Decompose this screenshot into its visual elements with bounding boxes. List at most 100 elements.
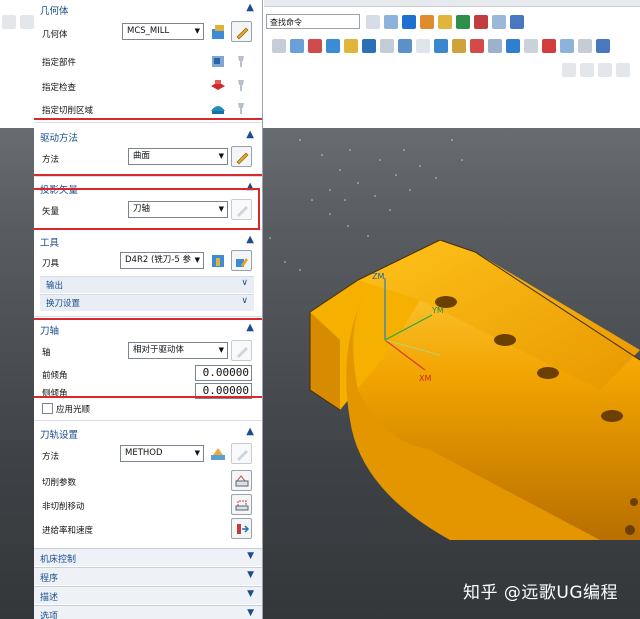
cube-icon[interactable] (402, 15, 416, 29)
tool-change-subsection[interactable]: 换刀设置 ∨ (40, 294, 254, 311)
midpoint-icon[interactable] (506, 39, 520, 53)
new-tool-icon[interactable] (207, 250, 228, 271)
relation-icon[interactable] (598, 63, 612, 77)
select-part-icon[interactable] (207, 50, 228, 71)
folder-icon[interactable] (438, 15, 452, 29)
grid-icon[interactable] (416, 39, 430, 53)
section-program-title: 程序 (40, 574, 59, 584)
new-method-icon[interactable] (207, 443, 228, 464)
layer-icon[interactable] (456, 15, 470, 29)
section-tool-title: 工具 (40, 238, 60, 249)
output-label: 输出 (46, 281, 64, 291)
datum-icon[interactable] (398, 39, 412, 53)
chart-icon[interactable] (308, 39, 322, 53)
blend-icon[interactable] (452, 39, 466, 53)
chevron-down-icon: ▼ (194, 449, 200, 457)
edit-geometry-wrench-icon[interactable] (231, 21, 252, 42)
smooth-label: 应用光顺 (56, 405, 91, 415)
open-icon[interactable] (20, 15, 34, 29)
axis-label-z: ZM (372, 272, 385, 281)
intersect-icon[interactable] (524, 39, 538, 53)
plane-icon[interactable] (362, 39, 376, 53)
specify-part-label: 指定部件 (42, 58, 77, 68)
chevron-up-icon[interactable]: ▲ (246, 2, 254, 13)
check-icon[interactable] (616, 63, 630, 77)
geometry-dropdown[interactable]: MCS_MILL ▼ (122, 23, 204, 40)
part-model[interactable] (300, 240, 640, 540)
measure-icon[interactable] (290, 39, 304, 53)
section-program[interactable]: 程序 ▼ (34, 567, 262, 585)
axis-label-y: YM (432, 306, 444, 315)
chevron-down-icon: ▼ (194, 27, 200, 35)
output-subsection[interactable]: 输出 ∨ (40, 276, 254, 293)
non-cut-moves-icon[interactable] (231, 494, 252, 515)
surface-icon[interactable] (434, 39, 448, 53)
section-tool-header[interactable]: 工具 ▲ (34, 232, 262, 250)
highlight-box-drive-method (34, 118, 262, 176)
specify-cut-area-label: 指定切削区域 (42, 106, 94, 116)
feeds-speeds-label: 进给率和速度 (42, 526, 94, 536)
constraint-icon[interactable] (562, 63, 576, 77)
section-machine-control-title: 机床控制 (40, 555, 77, 565)
smooth-checkbox[interactable] (42, 403, 53, 414)
snap-icon[interactable] (272, 39, 286, 53)
point-icon[interactable] (344, 39, 358, 53)
center-icon[interactable] (542, 39, 556, 53)
command-search-input[interactable]: 查找命令 (266, 14, 360, 29)
section-geometry-header[interactable]: 几何体 ▲ (34, 0, 262, 18)
chevron-down-icon: ∨ (241, 278, 248, 288)
chevron-down-icon: ▼ (247, 551, 254, 561)
new-geometry-icon[interactable] (207, 21, 228, 42)
display-check-flashlight-icon[interactable] (231, 74, 252, 95)
select-cut-area-icon[interactable] (207, 97, 228, 118)
chevron-down-icon: ▼ (247, 570, 254, 580)
select-check-icon[interactable] (207, 74, 228, 95)
paint-icon[interactable] (420, 15, 434, 29)
chevron-up-icon[interactable]: ▲ (246, 234, 254, 245)
section-path-settings-header[interactable]: 刀轨设置 ▲ (34, 424, 262, 442)
chevron-down-icon: ▼ (194, 256, 200, 264)
snap-point-icon[interactable] (470, 39, 484, 53)
toolbar-row-3 (560, 60, 632, 80)
axis-label-x: XM (419, 374, 432, 383)
watermark: 知乎 @远歌UG编程 (463, 583, 619, 603)
dimension-icon[interactable] (580, 63, 594, 77)
cut-params-icon[interactable] (231, 470, 252, 491)
non-cut-moves-label: 非切削移动 (42, 502, 85, 512)
chevron-up-icon[interactable]: ▲ (246, 426, 254, 437)
tangent-icon[interactable] (560, 39, 574, 53)
pole-icon[interactable] (596, 39, 610, 53)
feeds-speeds-icon[interactable] (231, 518, 252, 539)
left-toolbar-strip (0, 12, 36, 32)
edit-tool-icon[interactable] (231, 250, 252, 271)
divider (34, 420, 262, 421)
quadrant-icon[interactable] (578, 39, 592, 53)
section-machine-control[interactable]: 机床控制 ▼ (34, 548, 262, 566)
view-icon[interactable] (384, 15, 398, 29)
display-part-flashlight-icon[interactable] (231, 50, 252, 71)
section-options[interactable]: 选项 ▼ (34, 605, 262, 619)
specify-check-label: 指定检查 (42, 83, 77, 93)
tool-dropdown[interactable]: D4R2 (铣刀-5 参 ▼ (120, 252, 204, 269)
chevron-down-icon: ▼ (247, 608, 254, 618)
section-path-settings-title: 刀轨设置 (40, 430, 79, 441)
path-method-label: 方法 (42, 452, 60, 462)
select-filter-icon[interactable] (366, 15, 380, 29)
edit-method-wrench-icon[interactable] (231, 443, 252, 464)
chevron-down-icon: ▼ (247, 589, 254, 599)
curve-icon[interactable] (326, 39, 340, 53)
section-description[interactable]: 描述 ▼ (34, 586, 262, 604)
cut-params-label: 切削参数 (42, 478, 77, 488)
display-cut-area-flashlight-icon[interactable] (231, 97, 252, 118)
path-method-dropdown[interactable]: METHOD ▼ (120, 445, 204, 462)
divider (34, 176, 262, 177)
arc-icon[interactable] (488, 39, 502, 53)
toolbar-row-1 (364, 12, 526, 32)
settings-icon[interactable] (492, 15, 506, 29)
csys-icon[interactable] (380, 39, 394, 53)
ug-toolbox-icon[interactable] (474, 15, 488, 29)
toolbar-row-2 (270, 36, 612, 56)
new-icon[interactable] (2, 15, 16, 29)
highlight-box-projection-vector (34, 188, 260, 230)
shaded-icon[interactable] (510, 15, 524, 29)
